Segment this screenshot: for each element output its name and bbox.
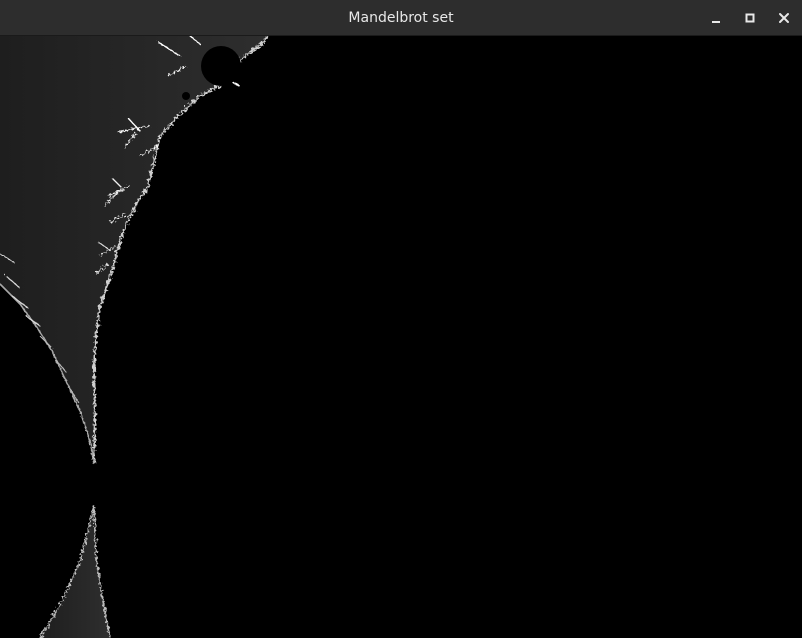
title-bar[interactable]: Mandelbrot set [0,0,802,36]
fractal-canvas[interactable] [0,36,802,638]
bulb-tiny [182,92,190,100]
minimize-button[interactable] [704,6,728,30]
maximize-icon [745,13,755,23]
window-controls [704,6,796,30]
bulb-large [201,46,241,86]
bulb-small [137,198,155,216]
maximize-button[interactable] [738,6,762,30]
close-button[interactable] [772,6,796,30]
window-title: Mandelbrot set [348,10,454,26]
minimize-icon [712,21,720,23]
close-icon [779,13,789,23]
bulb-medium [159,133,185,159]
app-window: Mandelbrot set [0,0,802,638]
fractal-region-upper [0,36,268,464]
mandelbrot-fractal-render [0,36,269,638]
